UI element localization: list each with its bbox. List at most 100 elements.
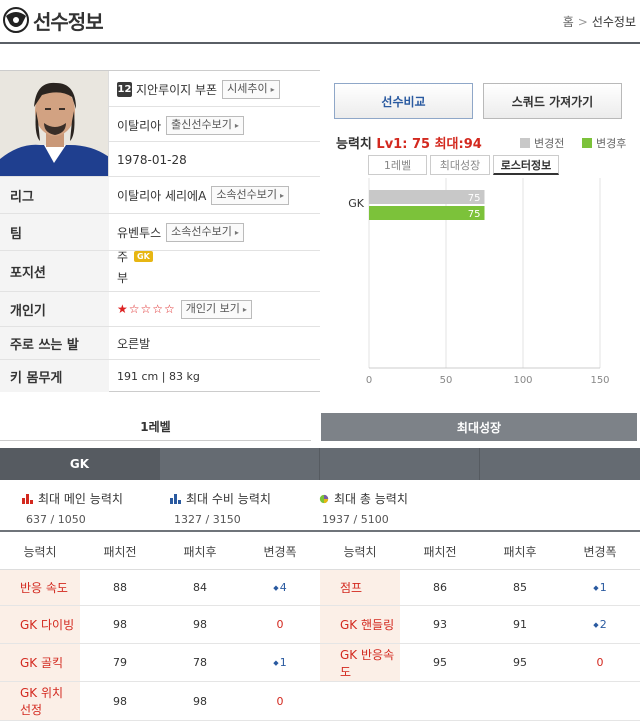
legend-swatch-after [582, 138, 592, 148]
value-before: 79 [113, 656, 127, 669]
preferred-foot: 오른발 [117, 336, 151, 351]
page-header: 선수정보 홈 > 선수정보 [0, 0, 640, 44]
th-after-right: 패치후 [503, 544, 537, 559]
legend-swatch-before [520, 138, 530, 148]
position-label: 포지션 [0, 251, 109, 291]
change-value: 4 [279, 581, 287, 594]
table-row: GK 다이빙 98 98 0 GK 핸들링 93 91 ◆ 2 [0, 606, 640, 644]
change-value: 0 [276, 618, 284, 631]
player-info-box: 12 지안루이지 부폰 시세추이 ▸ 이탈리아 출신선수보기 ▸ 1978-01-2… [0, 70, 320, 392]
summary-defense-label: 최대 수비 능력치 [186, 492, 271, 506]
player-portrait-image [0, 71, 108, 176]
arrow-right-icon: ▸ [242, 304, 247, 314]
pie-chart-icon [319, 494, 329, 503]
value-before [400, 682, 480, 720]
player-nation: 이탈리아 [117, 118, 162, 133]
skill-view-button[interactable]: 개인기 보기 ▸ [180, 299, 252, 319]
chart-data-label: 75 [468, 193, 481, 204]
position-badge: GK [134, 250, 153, 262]
tab-position-empty[interactable] [480, 448, 640, 480]
value-change: 0 [240, 682, 320, 720]
ability-name: GK 위치 선정 [0, 682, 80, 720]
chart-tick-label: 0 [366, 375, 372, 386]
player-league: 이탈리아 세리에A [117, 188, 207, 203]
page-title: 선수정보 [33, 10, 104, 34]
league-players-button[interactable]: 소속선수보기 ▸ [211, 185, 290, 205]
divider [109, 141, 320, 142]
value-before: 93 [433, 618, 447, 631]
team-players-button[interactable]: 소속선수보기 ▸ [166, 222, 244, 242]
tab-max-growth-main[interactable]: 최대성장 [321, 413, 637, 441]
tab-position-gk[interactable]: GK [0, 448, 160, 480]
change-diamond-icon: ◆ [273, 658, 279, 667]
player-birthdate: 1978-01-28 [117, 153, 187, 167]
ability-name: GK 골킥 [0, 644, 80, 681]
summary-defense-title: 최대 수비 능력치 [170, 490, 271, 507]
legend-after-label: 변경후 [596, 137, 627, 150]
value-after: 78 [193, 656, 207, 669]
soccer-ball-icon [3, 7, 29, 33]
body-row: 191 cm | 83 kg [117, 360, 200, 392]
tab-level1-main[interactable]: 1레벨 [0, 413, 311, 441]
change-value: 2 [599, 618, 607, 631]
summary-main-title: 최대 메인 능력치 [22, 490, 123, 507]
ability-max: 최대:94 [434, 137, 482, 152]
th-change-left: 변경폭 [263, 544, 297, 559]
chart-data-label: 75 [468, 209, 481, 220]
value-after [480, 682, 560, 720]
summary-total-title: 최대 총 능력치 [318, 490, 408, 507]
chart-tick-label: 100 [513, 375, 532, 386]
change-value: 1 [279, 656, 287, 669]
team-label: 팀 [0, 214, 109, 250]
tab-max-growth[interactable]: 최대성장 [430, 155, 490, 175]
team-players-button-label: 소속선수보기 [171, 224, 232, 238]
nation-row: 이탈리아 출신선수보기 ▸ [117, 113, 244, 137]
th-after-left: 패치후 [183, 544, 217, 559]
value-change: ◆ 4 [240, 570, 320, 605]
value-change: ◆ 2 [560, 606, 640, 643]
ability-summary: 능력치 Lv1: 75 최대:94 [336, 133, 482, 152]
breadcrumb-home[interactable]: 홈 [563, 15, 574, 29]
player-team: 유벤투스 [117, 225, 162, 240]
bar-chart-red-icon [22, 493, 33, 504]
value-change: 0 [560, 644, 640, 681]
value-after: 98 [193, 618, 207, 631]
table-row: GK 골킥 79 78 ◆ 1 GK 반응속도 95 95 0 [0, 644, 640, 682]
ability-name: GK 반응속도 [320, 644, 400, 681]
player-photo [0, 71, 109, 176]
summary-defense: 최대 수비 능력치 1327 / 3150 [170, 490, 271, 526]
arrow-right-icon: ▸ [270, 84, 275, 94]
value-after: 85 [513, 581, 527, 594]
ability-name [320, 682, 400, 720]
nation-players-button[interactable]: 출신선수보기 ▸ [166, 115, 244, 135]
breadcrumb: 홈 > 선수정보 [563, 13, 636, 30]
change-diamond-icon: ◆ [593, 583, 599, 592]
chart-tick-label: 150 [590, 375, 609, 386]
squad-button[interactable]: 스쿼드 가져가기 [483, 83, 622, 119]
compare-button[interactable]: 선수비교 [334, 83, 473, 119]
value-change: ◆ 1 [560, 570, 640, 605]
breadcrumb-current: 선수정보 [591, 15, 636, 29]
price-trend-button[interactable]: 시세추이 ▸ [222, 79, 280, 99]
arrow-right-icon: ▸ [234, 120, 239, 130]
ability-table-header: 능력치 패치전 패치후 변경폭 능력치 패치전 패치후 변경폭 [0, 530, 640, 570]
summary-total: 최대 총 능력치 1937 / 5100 [318, 490, 408, 526]
tab-level1[interactable]: 1레벨 [368, 155, 427, 175]
player-number-badge: 12 [117, 81, 132, 97]
change-value: 0 [276, 694, 284, 708]
nation-players-button-label: 출신선수보기 [171, 117, 232, 131]
table-row: GK 위치 선정 98 98 0 [0, 682, 640, 721]
tab-position-empty[interactable] [160, 448, 320, 480]
player-name: 지안루이지 부폰 [136, 82, 218, 97]
divider [109, 106, 320, 107]
tab-position-empty[interactable] [320, 448, 480, 480]
value-before: 95 [433, 656, 447, 669]
th-change-right: 변경폭 [583, 544, 617, 559]
tab-roster-info[interactable]: 로스터정보 [493, 155, 559, 175]
position-main-label: 주 [117, 249, 129, 264]
arrow-right-icon: ▸ [280, 190, 285, 200]
skill-stars: ★☆☆☆☆ [117, 302, 176, 316]
value-change: ◆ 1 [240, 644, 320, 681]
summary-main-label: 최대 메인 능력치 [38, 492, 123, 506]
value-before: 88 [113, 581, 127, 594]
